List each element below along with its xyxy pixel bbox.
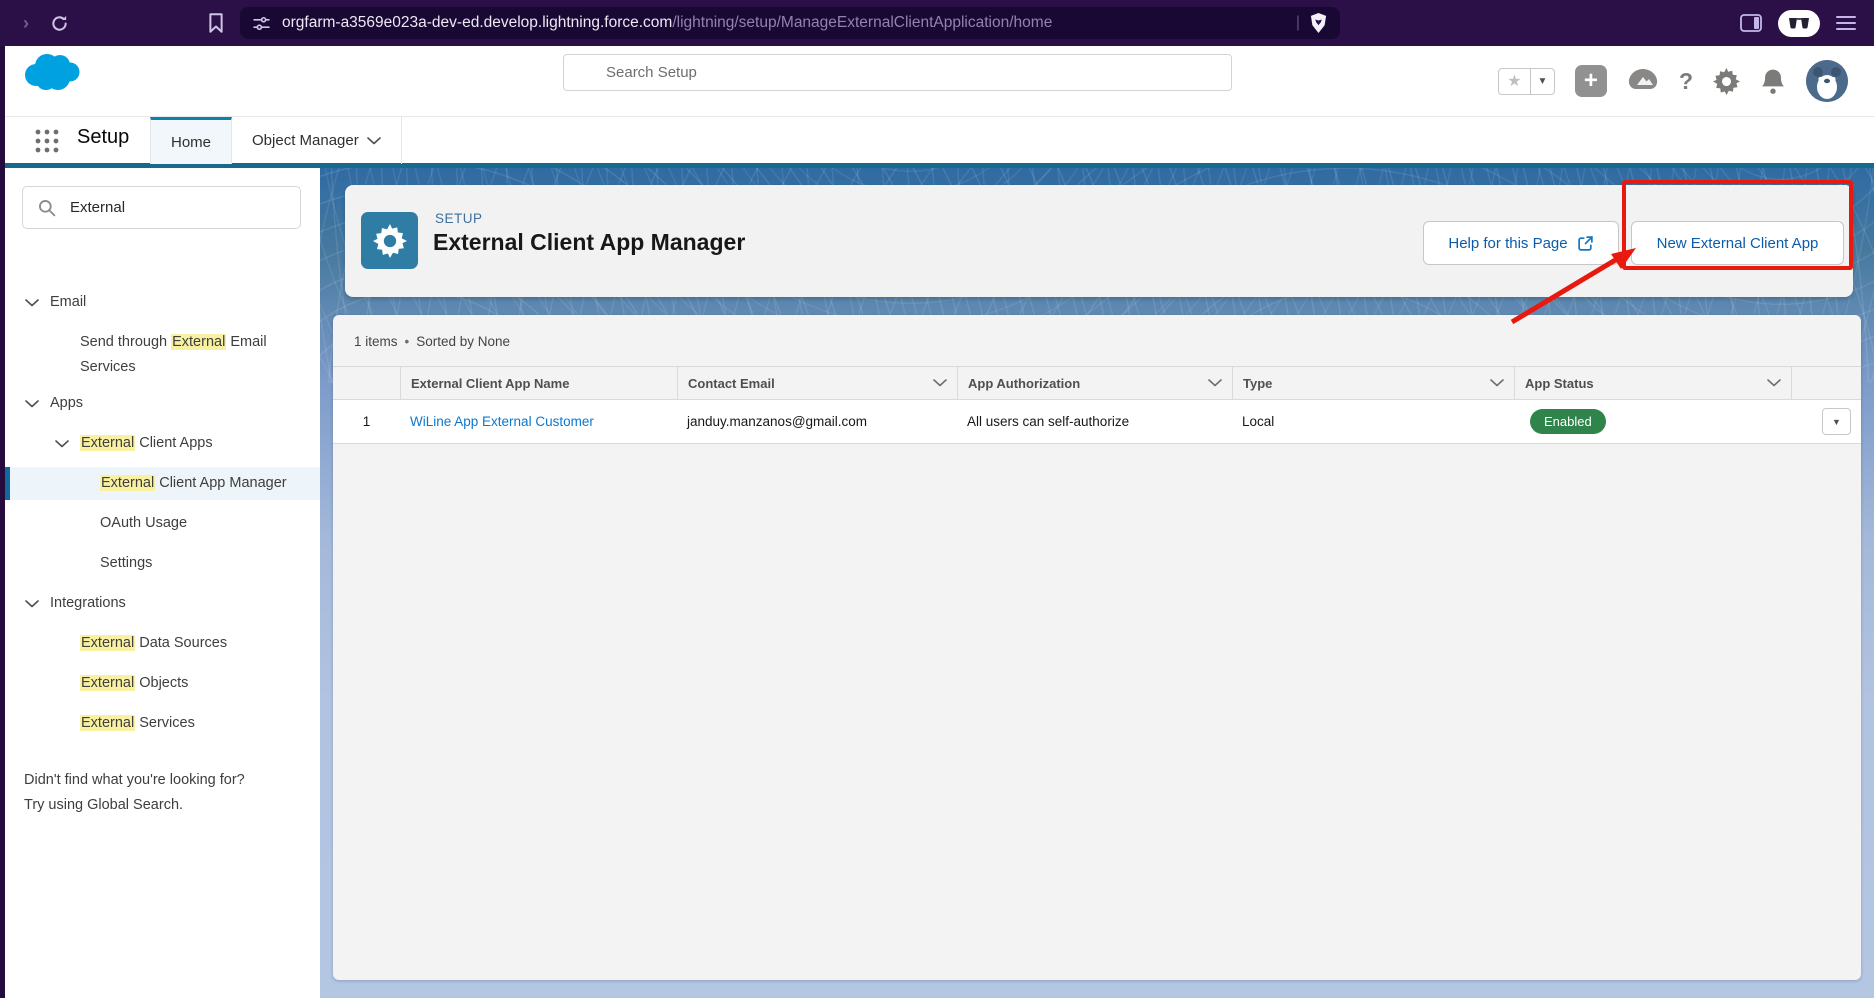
search-setup-input[interactable] — [563, 54, 1232, 91]
search-icon — [38, 199, 56, 217]
bell-icon[interactable] — [1760, 68, 1786, 95]
table-header-row: External Client App NameContact EmailApp… — [333, 366, 1861, 400]
tree-item-label: OAuth Usage — [100, 511, 187, 536]
trailhead-icon[interactable] — [1627, 67, 1659, 95]
avatar[interactable] — [1806, 60, 1848, 102]
contact-email-cell: janduy.manzanos@gmail.com — [677, 414, 957, 429]
app-status-cell: Enabled — [1514, 409, 1791, 434]
row-number: 1 — [333, 414, 400, 429]
bookmark-icon[interactable] — [208, 13, 224, 33]
sidebar-item-oauth-usage[interactable]: OAuth Usage — [5, 507, 320, 540]
column-header[interactable]: Contact Email — [677, 366, 957, 400]
site-controls-icon[interactable] — [253, 15, 270, 32]
type-cell: Local — [1232, 414, 1514, 429]
url-separator: | — [1296, 14, 1300, 32]
main-content: SETUP External Client App Manager Help f… — [320, 168, 1874, 998]
favorites-button[interactable]: ★ ▼ — [1498, 68, 1555, 95]
setup-gear-tile-icon — [361, 212, 418, 269]
tree-item-label: External Client App Manager — [100, 471, 287, 496]
url-path: /lightning/setup/ManageExternalClientApp… — [672, 14, 1052, 32]
help-for-this-page-button[interactable]: Help for this Page — [1423, 221, 1619, 265]
sidebar-item-external-data-sources[interactable]: External Data Sources — [5, 627, 320, 660]
url-host: orgfarm-a3569e023a-dev-ed.develop.lightn… — [282, 14, 672, 32]
url-bar[interactable]: orgfarm-a3569e023a-dev-ed.develop.lightn… — [240, 7, 1340, 39]
status-badge: Enabled — [1530, 409, 1606, 434]
sidebar-item-external-services[interactable]: External Services — [5, 707, 320, 740]
row-actions-button[interactable]: ▼ — [1822, 408, 1851, 435]
new-external-client-app-button[interactable]: New External Client App — [1631, 221, 1844, 265]
tree-item-label: External Data Sources — [80, 631, 227, 656]
app-name: Setup — [77, 126, 129, 149]
reload-icon[interactable] — [46, 14, 72, 33]
chevron-down-icon — [367, 137, 381, 145]
sidebar-group-integrations[interactable]: Integrations — [5, 587, 320, 620]
nav-tabs: Home Object Manager — [150, 117, 402, 164]
setup-nav-bar: Setup Home Object Manager — [0, 116, 1874, 168]
column-header[interactable]: App Status — [1514, 366, 1791, 400]
brave-vpn-button[interactable] — [1778, 10, 1820, 37]
tab-object-manager[interactable]: Object Manager — [232, 117, 402, 164]
tree-item-label: Email — [50, 290, 86, 315]
chevron-down-icon[interactable] — [55, 431, 71, 456]
sidebar-item-settings[interactable]: Settings — [5, 547, 320, 580]
star-icon[interactable]: ★ — [1499, 69, 1530, 94]
table-row: 1 WiLine App External Customer janduy.manz… — [333, 400, 1861, 444]
forward-icon[interactable]: › — [14, 13, 38, 34]
quick-create-icon[interactable]: + — [1575, 65, 1607, 97]
tree-item-label: Apps — [50, 391, 83, 416]
chevron-down-icon[interactable] — [25, 591, 41, 616]
sidebar-group-apps[interactable]: Apps — [5, 387, 320, 420]
action-column-header — [1791, 366, 1861, 400]
sidebar-group-email[interactable]: Email — [5, 286, 320, 319]
salesforce-logo-icon[interactable] — [22, 49, 84, 95]
row-number-header — [333, 366, 400, 400]
app-launcher-icon[interactable] — [33, 127, 61, 155]
tree-item-label: Send through External Email Services — [80, 330, 315, 380]
list-view-card: 1 items•Sorted by None External Client A… — [333, 315, 1861, 980]
page-header-card: SETUP External Client App Manager Help f… — [345, 185, 1853, 297]
chevron-down-icon[interactable] — [25, 290, 41, 315]
chevron-down-icon[interactable] — [25, 391, 41, 416]
table-body: 1 WiLine App External Customer janduy.manz… — [333, 400, 1861, 444]
gear-icon[interactable] — [1713, 68, 1740, 95]
favorites-caret-icon[interactable]: ▼ — [1530, 69, 1554, 94]
tree-item-label: External Objects — [80, 671, 188, 696]
sidebar-item-external-client-app-manager[interactable]: External Client App Manager — [5, 467, 320, 500]
tab-home[interactable]: Home — [150, 117, 232, 164]
sidebar-group-external-client-apps[interactable]: External Client Apps — [5, 427, 320, 460]
app-name-link[interactable]: WiLine App External Customer — [410, 414, 594, 429]
page-eyebrow: SETUP — [435, 211, 483, 226]
tree-item-label: External Services — [80, 711, 195, 736]
browser-chrome: › orgfarm-a3569e023a-dev-ed.develop.ligh… — [0, 0, 1874, 46]
data-table: External Client App NameContact EmailApp… — [333, 366, 1861, 444]
screen: › orgfarm-a3569e023a-dev-ed.develop.ligh… — [0, 0, 1874, 998]
external-link-icon — [1577, 235, 1594, 252]
tree-item-label: External Client Apps — [80, 431, 213, 456]
column-header[interactable]: App Authorization — [957, 366, 1232, 400]
app-authorization-cell: All users can self-authorize — [957, 414, 1232, 429]
setup-sidebar: Email Send through External Email Service… — [5, 168, 320, 998]
glasses-icon — [1788, 17, 1810, 29]
sidebar-item-external-objects[interactable]: External Objects — [5, 667, 320, 700]
list-summary: 1 items•Sorted by None — [333, 315, 1861, 349]
tree-item-label: Settings — [100, 551, 152, 576]
quick-find-input[interactable] — [22, 186, 301, 229]
column-header[interactable]: Type — [1232, 366, 1514, 400]
column-header[interactable]: External Client App Name — [400, 366, 677, 400]
menu-icon[interactable] — [1836, 15, 1856, 31]
page-title: External Client App Manager — [433, 229, 745, 256]
sort-status: Sorted by None — [416, 334, 510, 349]
sidebar-toggle-icon[interactable] — [1740, 14, 1762, 32]
brave-shield-icon[interactable] — [1310, 13, 1327, 33]
salesforce-global-header: ★ ▼ + ? — [0, 46, 1874, 116]
tree-item-label: Integrations — [50, 591, 126, 616]
window-edge — [0, 46, 5, 998]
item-count: 1 items — [354, 334, 398, 349]
help-icon[interactable]: ? — [1679, 68, 1693, 95]
sidebar-item-send-through-external-email-services[interactable]: Send through External Email Services — [5, 326, 320, 380]
setup-tree: Email Send through External Email Service… — [5, 280, 320, 747]
sidebar-footer: Didn't find what you're looking for? Try… — [24, 768, 245, 818]
